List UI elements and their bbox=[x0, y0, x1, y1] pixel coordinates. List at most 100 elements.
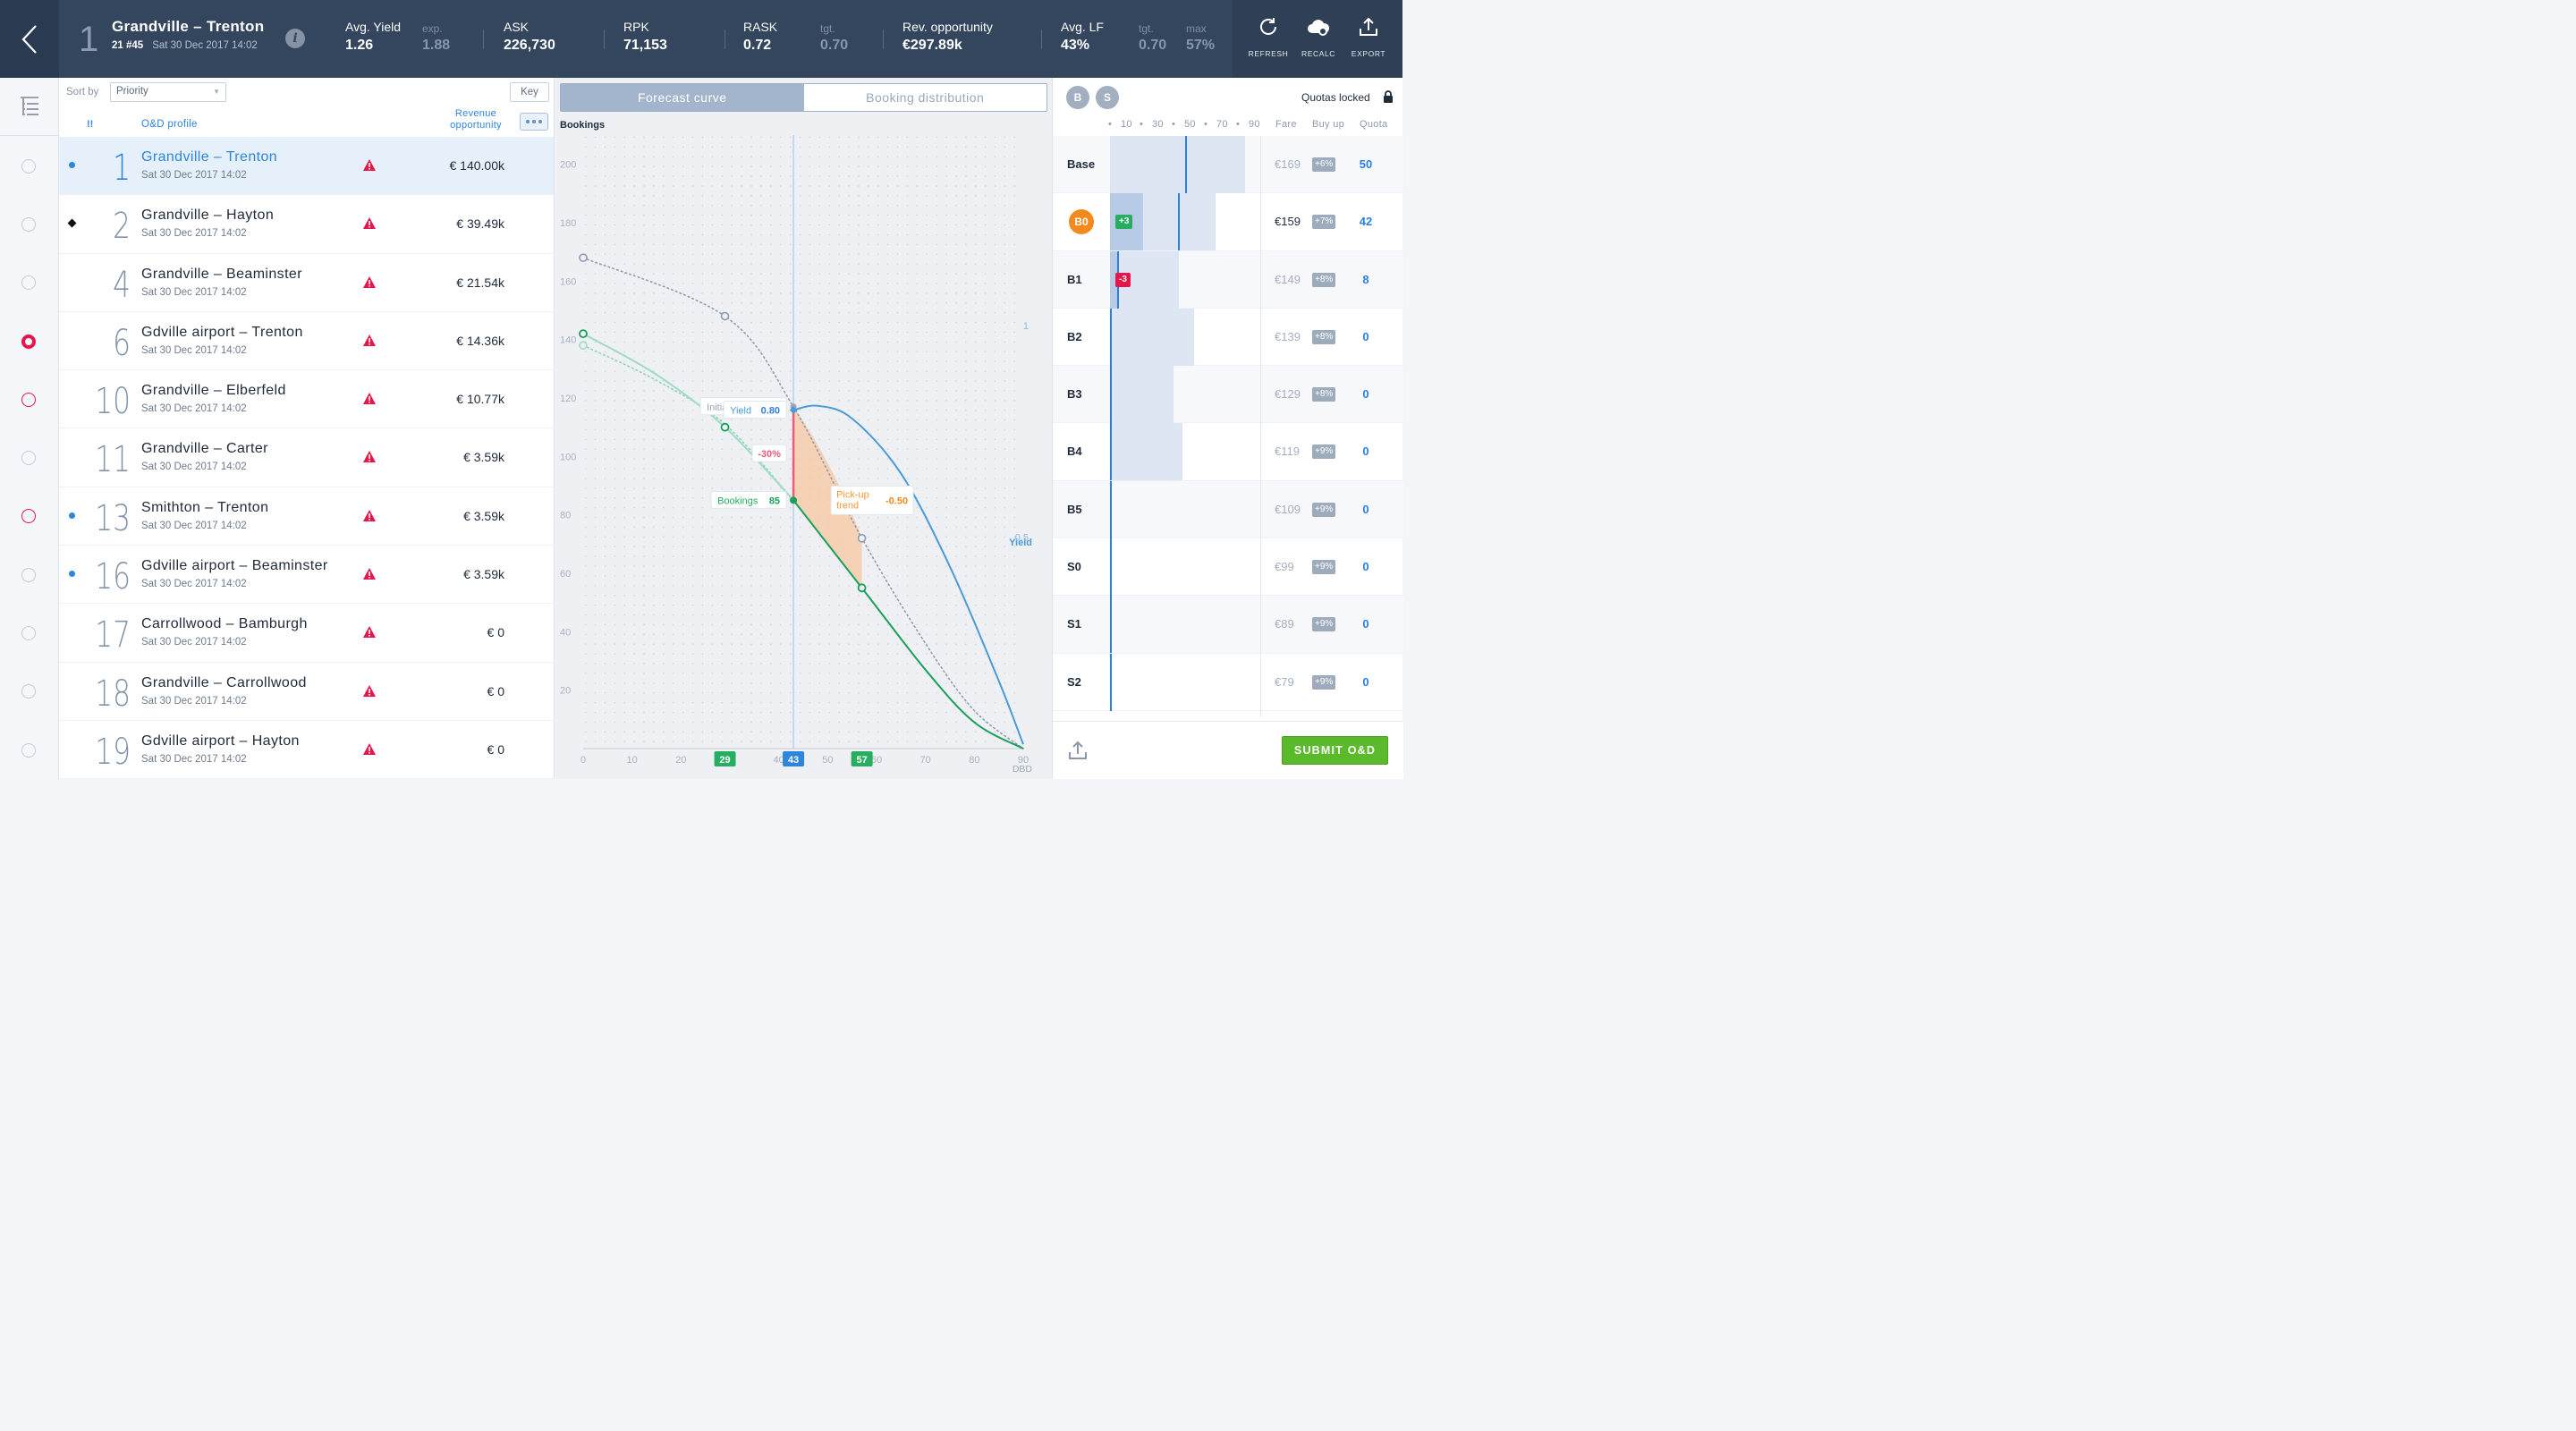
fare-class-row[interactable]: B2 €139 +8% 0 bbox=[1053, 308, 1403, 367]
row-select-radio[interactable] bbox=[21, 392, 36, 407]
x-marker-badge[interactable]: 57 bbox=[851, 751, 873, 766]
initial-forecast-point bbox=[857, 533, 867, 543]
more-columns-button[interactable] bbox=[520, 113, 548, 131]
od-row[interactable]: 10 Grandville – Elberfeld Sat 30 Dec 2017 … bbox=[59, 370, 554, 429]
availability-bar[interactable] bbox=[1110, 596, 1260, 654]
od-row[interactable]: 19 Gdville airport – Hayton Sat 30 Dec 201… bbox=[59, 721, 554, 779]
availability-bar[interactable] bbox=[1110, 308, 1260, 366]
class-quota[interactable]: 0 bbox=[1350, 387, 1382, 401]
refresh-button[interactable]: REFRESH bbox=[1243, 16, 1293, 58]
row-select-radio[interactable] bbox=[21, 509, 36, 524]
row-rank: 13 bbox=[95, 497, 131, 539]
availability-bar[interactable] bbox=[1110, 480, 1260, 538]
class-quota[interactable]: 0 bbox=[1350, 445, 1382, 458]
od-row[interactable]: 13 Smithton – Trenton Sat 30 Dec 2017 14:0… bbox=[59, 487, 554, 546]
availability-bar[interactable] bbox=[1110, 653, 1260, 711]
fare-class-row[interactable]: B0 +3 €159 +7% 42 bbox=[1053, 193, 1403, 251]
pill-b-button[interactable]: B bbox=[1066, 86, 1089, 109]
recalc-label: RECALC bbox=[1301, 49, 1336, 58]
class-name: S2 bbox=[1067, 674, 1081, 689]
availability-bar[interactable] bbox=[1110, 366, 1260, 424]
kpi-avg-lf-max-label: max bbox=[1186, 22, 1207, 35]
od-row[interactable]: 17 Carrollwood – Bamburgh Sat 30 Dec 2017 … bbox=[59, 604, 554, 663]
column-header-priority[interactable]: !! bbox=[87, 119, 93, 130]
fare-class-row[interactable]: Base €169 +6% 50 bbox=[1053, 136, 1403, 194]
panel-footer: SUBMIT O&D bbox=[1053, 721, 1403, 779]
row-select-radio[interactable] bbox=[21, 742, 36, 758]
warning-icon bbox=[363, 742, 376, 755]
sort-by-select[interactable]: Priority ▼ bbox=[110, 82, 226, 102]
fare-class-row[interactable]: B3 €129 +8% 0 bbox=[1053, 366, 1403, 424]
quota-delta-badge: +3 bbox=[1115, 215, 1133, 230]
fare-class-row[interactable]: S1 €89 +9% 0 bbox=[1053, 596, 1403, 654]
pill-s-button[interactable]: S bbox=[1096, 86, 1119, 109]
x-marker-badge[interactable]: 29 bbox=[714, 751, 736, 766]
row-select-radio[interactable] bbox=[21, 334, 36, 349]
row-revenue: € 140.00k bbox=[449, 158, 505, 173]
warning-icon bbox=[363, 393, 376, 405]
availability-bar[interactable] bbox=[1110, 423, 1260, 481]
row-select-radio[interactable] bbox=[21, 626, 36, 641]
status-dot bbox=[69, 571, 75, 578]
row-select-radio[interactable] bbox=[21, 567, 36, 582]
bookings-point bbox=[579, 329, 588, 339]
row-date: Sat 30 Dec 2017 14:02 bbox=[141, 695, 247, 707]
fare-class-row[interactable]: B5 €109 +9% 0 bbox=[1053, 480, 1403, 539]
row-select-radio[interactable] bbox=[21, 684, 36, 699]
class-quota[interactable]: 8 bbox=[1350, 273, 1382, 286]
availability-bar[interactable]: -3 bbox=[1110, 250, 1260, 309]
od-row[interactable]: 16 Gdville airport – Beaminster Sat 30 Dec… bbox=[59, 546, 554, 605]
x-marker-badge[interactable]: 43 bbox=[783, 751, 805, 766]
column-header-revenue[interactable]: Revenue opportunity bbox=[436, 108, 516, 131]
od-row[interactable]: 18 Grandville – Carrollwood Sat 30 Dec 201… bbox=[59, 663, 554, 721]
export-button[interactable]: EXPORT bbox=[1343, 16, 1394, 58]
fare-class-row[interactable]: S2 €79 +9% 0 bbox=[1053, 653, 1403, 711]
lock-icon[interactable] bbox=[1383, 90, 1394, 103]
upload-icon[interactable] bbox=[1067, 740, 1089, 761]
filter-menu-button[interactable] bbox=[0, 78, 58, 136]
y-tick-label: 60 bbox=[560, 569, 571, 580]
row-revenue: € 0 bbox=[487, 683, 504, 699]
class-quota[interactable]: 0 bbox=[1350, 560, 1382, 573]
info-icon[interactable]: i bbox=[285, 29, 305, 48]
fare-class-row[interactable]: S0 €99 +9% 0 bbox=[1053, 538, 1403, 597]
availability-bar[interactable] bbox=[1110, 136, 1260, 193]
svg-text:85: 85 bbox=[769, 495, 780, 506]
column-header-od-profile[interactable]: O&D profile bbox=[141, 119, 198, 130]
kpi-rask-value: 0.72 bbox=[743, 38, 772, 53]
fare-class-row[interactable]: B1 -3 €149 +8% 8 bbox=[1053, 250, 1403, 309]
buy-up-badge: +9% bbox=[1312, 445, 1336, 460]
availability-bar[interactable] bbox=[1110, 538, 1260, 597]
od-row[interactable]: 1 Grandville – Trenton Sat 30 Dec 2017 14:… bbox=[59, 137, 554, 196]
back-button[interactable] bbox=[0, 0, 59, 78]
row-rank: 19 bbox=[95, 731, 131, 773]
class-quota[interactable]: 50 bbox=[1350, 157, 1382, 171]
recalc-button[interactable]: RECALC bbox=[1293, 16, 1343, 58]
tab-booking-distribution[interactable]: Booking distribution bbox=[804, 84, 1047, 111]
availability-bar[interactable]: +3 bbox=[1110, 193, 1260, 251]
fare-class-row[interactable]: B4 €119 +9% 0 bbox=[1053, 423, 1403, 481]
row-rank: 18 bbox=[95, 673, 131, 715]
tab-forecast-curve[interactable]: Forecast curve bbox=[561, 84, 804, 111]
row-select-radio[interactable] bbox=[21, 451, 36, 466]
kpi-rask-target-label: tgt. bbox=[820, 22, 835, 35]
class-fare: €109 bbox=[1275, 502, 1301, 516]
class-badge[interactable]: B0 bbox=[1069, 209, 1094, 235]
submit-od-button[interactable]: SUBMIT O&D bbox=[1282, 736, 1388, 765]
key-button[interactable]: Key bbox=[510, 82, 549, 102]
class-quota[interactable]: 0 bbox=[1350, 675, 1382, 689]
row-select-radio[interactable] bbox=[21, 158, 36, 174]
od-row[interactable]: 6 Gdville airport – Trenton Sat 30 Dec 201… bbox=[59, 312, 554, 371]
od-row[interactable]: 2 Grandville – Hayton Sat 30 Dec 2017 14:0… bbox=[59, 195, 554, 254]
row-select-radio[interactable] bbox=[21, 216, 36, 232]
row-select-radio[interactable] bbox=[21, 275, 36, 291]
od-row[interactable]: 4 Grandville – Beaminster Sat 30 Dec 2017 … bbox=[59, 254, 554, 312]
od-row[interactable]: 11 Grandville – Carter Sat 30 Dec 2017 14:… bbox=[59, 428, 554, 487]
class-quota[interactable]: 0 bbox=[1350, 503, 1382, 516]
class-quota[interactable]: 42 bbox=[1350, 215, 1382, 228]
scale-tick: 90 bbox=[1249, 119, 1260, 130]
class-quota[interactable]: 0 bbox=[1350, 617, 1382, 631]
x-tick-label: 70 bbox=[920, 755, 931, 766]
row-rank: 2 bbox=[113, 206, 131, 248]
class-quota[interactable]: 0 bbox=[1350, 330, 1382, 343]
